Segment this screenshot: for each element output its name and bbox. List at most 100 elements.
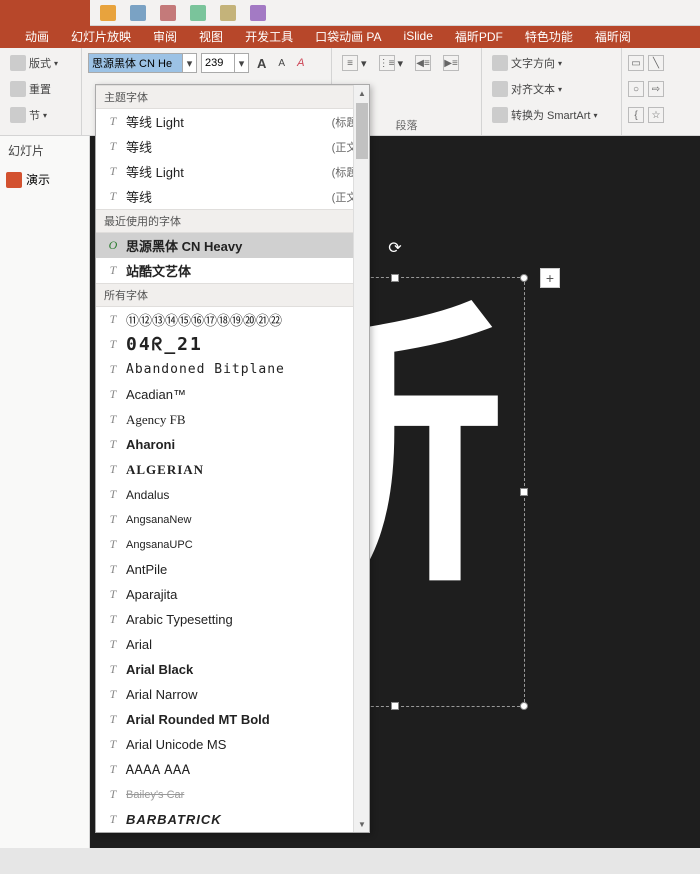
- dd-section-all: 所有字体: [96, 283, 369, 307]
- font-option[interactable]: T04ᖇ_21: [96, 332, 369, 357]
- increase-font-button[interactable]: A: [253, 54, 270, 73]
- decrease-font-button[interactable]: A: [274, 56, 289, 71]
- truetype-icon: T: [104, 139, 122, 154]
- ribbon-tab[interactable]: 审阅: [142, 28, 188, 45]
- font-size-input[interactable]: [201, 53, 235, 73]
- qt-icon[interactable]: [160, 5, 176, 21]
- font-dropdown[interactable]: 主题字体 T等线 Light(标题)T等线(正文)T等线 Light(标题)T等…: [95, 84, 370, 833]
- font-option-label: AngsanaNew: [126, 514, 191, 526]
- resize-handle[interactable]: [391, 274, 399, 282]
- ribbon-tabs: 动画幻灯片放映审阅视图开发工具口袋动画 PAiSlide福昕PDF特色功能福昕阅: [0, 24, 700, 48]
- text-direction-button[interactable]: 文字方向▾: [488, 52, 615, 74]
- shape-rect-icon[interactable]: ▭: [628, 55, 644, 71]
- resize-handle[interactable]: [520, 488, 528, 496]
- layout-button[interactable]: 版式▾: [6, 52, 75, 74]
- ribbon-tab[interactable]: 幻灯片放映: [60, 28, 142, 45]
- dd-scrollbar[interactable]: ▲ ▼: [353, 85, 369, 832]
- scroll-down-icon[interactable]: ▼: [354, 816, 370, 832]
- font-option-label: AntPile: [126, 562, 167, 577]
- smartart-label: 转换为 SmartArt: [511, 107, 590, 123]
- doc-name: 演示: [26, 171, 50, 188]
- ribbon-tab[interactable]: 福昕PDF: [444, 28, 514, 45]
- font-option[interactable]: TAparajita: [96, 582, 369, 607]
- font-option-label: Arial Rounded MT Bold: [126, 712, 270, 727]
- font-option[interactable]: O思源黑体 CN Heavy: [96, 233, 369, 258]
- font-option[interactable]: T等线 Light(标题): [96, 159, 369, 184]
- numbering-button[interactable]: ⋮≡▾: [375, 53, 408, 73]
- font-name-input[interactable]: [88, 53, 183, 73]
- font-size-dropdown[interactable]: ▾: [235, 53, 249, 73]
- ribbon-tab[interactable]: iSlide: [393, 29, 444, 43]
- outdent-button[interactable]: ◀≡: [411, 53, 435, 73]
- ribbon-tab[interactable]: 视图: [188, 28, 234, 45]
- font-option[interactable]: TᎪᎪᎪᎪ ᎪᎪᎪ: [96, 757, 369, 782]
- font-option-label: Acadian™: [126, 387, 186, 402]
- ribbon-tab[interactable]: 特色功能: [514, 28, 584, 45]
- shape-arrow-icon[interactable]: ⇨: [648, 81, 664, 97]
- font-option[interactable]: TAndalus: [96, 482, 369, 507]
- shape-line-icon[interactable]: ╲: [648, 55, 664, 71]
- indent-button[interactable]: ▶≡: [439, 53, 463, 73]
- font-option[interactable]: TAcadian™: [96, 382, 369, 407]
- smartart-icon: [492, 107, 508, 123]
- font-option[interactable]: TArabic Typesetting: [96, 607, 369, 632]
- font-option[interactable]: TBARBATRICK: [96, 807, 369, 832]
- font-size-combo[interactable]: ▾: [201, 53, 249, 73]
- font-name-dropdown[interactable]: ▾: [183, 53, 197, 73]
- resize-handle[interactable]: [391, 702, 399, 710]
- font-option-label: Arabic Typesetting: [126, 612, 233, 627]
- qt-icon[interactable]: [190, 5, 206, 21]
- font-option[interactable]: TALGERIAN: [96, 457, 369, 482]
- font-option[interactable]: TArial: [96, 632, 369, 657]
- clear-format-button[interactable]: A: [293, 55, 308, 71]
- qt-icon[interactable]: [220, 5, 236, 21]
- font-option[interactable]: TAngsanaNew: [96, 507, 369, 532]
- font-option[interactable]: TAntPile: [96, 557, 369, 582]
- scroll-up-icon[interactable]: ▲: [354, 85, 370, 101]
- font-option[interactable]: T⑪⑫⑬⑭⑮⑯⑰⑱⑲⑳㉑㉒: [96, 307, 369, 332]
- font-name-combo[interactable]: ▾: [88, 53, 197, 73]
- section-icon: [10, 107, 26, 123]
- bullets-button[interactable]: ≡▾: [338, 53, 371, 73]
- shape-star-icon[interactable]: ☆: [648, 107, 664, 123]
- truetype-icon: T: [104, 487, 122, 502]
- font-option-label: Aparajita: [126, 587, 177, 602]
- ribbon-tab[interactable]: 口袋动画 PA: [304, 28, 392, 45]
- font-option[interactable]: TAharoni: [96, 432, 369, 457]
- truetype-icon: T: [104, 762, 122, 777]
- scroll-thumb[interactable]: [356, 103, 368, 159]
- ribbon-tab[interactable]: 开发工具: [234, 28, 304, 45]
- resize-handle[interactable]: [520, 702, 528, 710]
- qt-icon[interactable]: [100, 5, 116, 21]
- font-option[interactable]: TAbandoned Bitplane: [96, 357, 369, 382]
- font-option[interactable]: TBailey's Car: [96, 782, 369, 807]
- layout-plus-button[interactable]: +: [540, 268, 560, 288]
- font-option[interactable]: T等线(正文): [96, 184, 369, 209]
- rotate-handle[interactable]: ⟳: [388, 238, 401, 258]
- font-option[interactable]: T等线(正文): [96, 134, 369, 159]
- font-option-label: 04ᖇ_21: [126, 334, 203, 355]
- ribbon-tab[interactable]: 福昕阅: [584, 28, 642, 45]
- font-option[interactable]: T站酷文艺体: [96, 258, 369, 283]
- reset-button[interactable]: 重置: [6, 78, 75, 100]
- font-option[interactable]: TAgency FB: [96, 407, 369, 432]
- text-direction-label: 文字方向: [511, 55, 555, 71]
- font-option[interactable]: T等线 Light(标题): [96, 109, 369, 134]
- qt-icon[interactable]: [130, 5, 146, 21]
- ribbon-tab[interactable]: 动画: [14, 28, 60, 45]
- qt-icon[interactable]: [250, 5, 266, 21]
- font-option[interactable]: TArial Rounded MT Bold: [96, 707, 369, 732]
- truetype-icon: T: [104, 437, 122, 452]
- font-option[interactable]: TAngsanaUPC: [96, 532, 369, 557]
- shape-brace-icon[interactable]: {: [628, 107, 644, 123]
- layout-icon: [10, 55, 26, 71]
- shape-circle-icon[interactable]: ○: [628, 81, 644, 97]
- font-option[interactable]: TArial Black: [96, 657, 369, 682]
- smartart-button[interactable]: 转换为 SmartArt▾: [488, 104, 615, 126]
- resize-handle[interactable]: [520, 274, 528, 282]
- align-text-button[interactable]: 对齐文本▾: [488, 78, 615, 100]
- font-option[interactable]: TArial Narrow: [96, 682, 369, 707]
- font-option[interactable]: TArial Unicode MS: [96, 732, 369, 757]
- font-option-label: Agency FB: [126, 412, 186, 428]
- section-button[interactable]: 节▾: [6, 104, 75, 126]
